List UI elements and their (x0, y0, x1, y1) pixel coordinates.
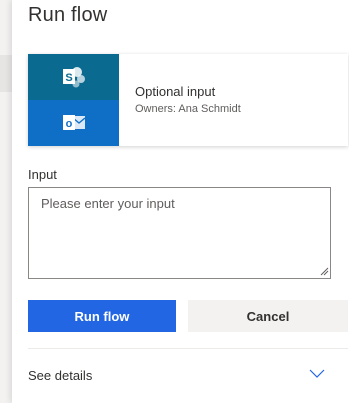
input-label: Input (28, 167, 57, 182)
chevron-down-icon[interactable] (309, 367, 325, 379)
background-page (0, 0, 12, 403)
cancel-button[interactable]: Cancel (188, 300, 348, 332)
flow-connector-icons: S o (28, 54, 119, 146)
flow-card: S o Optional input Owners: Ana Schmidt (28, 54, 348, 146)
svg-text:o: o (65, 118, 72, 130)
svg-text:S: S (65, 72, 72, 84)
flow-name: Optional input (135, 84, 216, 99)
see-details-label: See details (28, 368, 93, 383)
flow-owners: Owners: Ana Schmidt (135, 103, 241, 115)
see-details-toggle[interactable]: See details (28, 358, 348, 392)
panel-title: Run flow (28, 4, 108, 26)
outlook-icon: o (62, 115, 85, 130)
resize-grip-icon[interactable] (320, 267, 329, 276)
run-flow-panel: Run flow S o Optional input Owners: Ana … (12, 0, 349, 403)
divider (28, 348, 348, 349)
background-row (0, 55, 12, 92)
outlook-tile: o (28, 100, 119, 146)
run-flow-button[interactable]: Run flow (28, 300, 176, 332)
input-field[interactable] (28, 187, 331, 279)
sharepoint-icon: S (62, 67, 85, 88)
sharepoint-tile: S (28, 54, 119, 100)
